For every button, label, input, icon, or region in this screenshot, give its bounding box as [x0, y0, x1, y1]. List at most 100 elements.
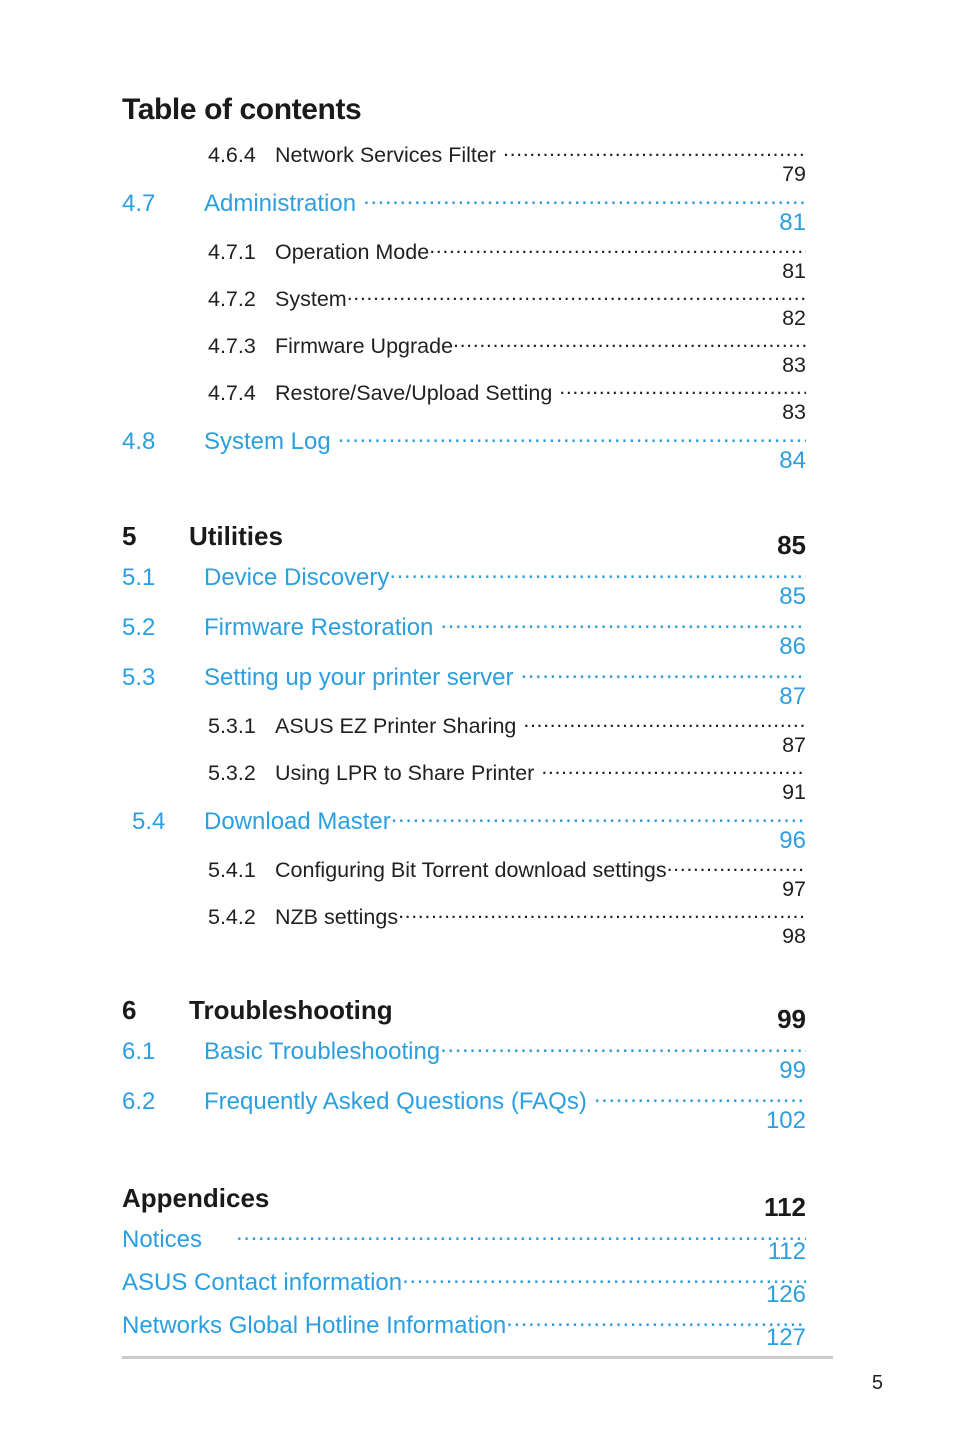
dot-leader: [429, 237, 806, 259]
toc-entry-number: 4.8: [122, 428, 156, 455]
toc-entry-number: 5.3.2: [208, 760, 256, 785]
toc-entry-4-7[interactable]: 4.7 Administration 81: [0, 187, 954, 237]
toc-entry-label: Firmware Upgrade: [275, 333, 454, 358]
footer-page-number: 5: [871, 1372, 883, 1394]
toc-entry-6-2[interactable]: 6.2 Frequently Asked Questions (FAQs) 10…: [0, 1085, 954, 1135]
toc-chapter-page: 85: [777, 530, 806, 560]
toc-entry-label: Network Services Filter: [275, 142, 497, 167]
toc-entry-4-7-4[interactable]: 4.7.4 Restore/Save/Upload Setting 83: [0, 378, 954, 425]
dot-leader: [667, 855, 806, 877]
toc-entry-4-6-4[interactable]: 4.6.4 Network Services Filter 79: [0, 140, 954, 187]
toc-entry-label: Frequently Asked Questions (FAQs): [204, 1088, 587, 1115]
toc-entry-4-7-2[interactable]: 4.7.2 System 82: [0, 284, 954, 331]
toc-entry-page: 96: [779, 827, 806, 854]
toc-chapter-number: 6: [122, 995, 137, 1025]
toc-entry-4-8[interactable]: 4.8 System Log 84: [0, 425, 954, 475]
toc-entry-page: 85: [779, 583, 806, 610]
toc-entry-5-3[interactable]: 5.3 Setting up your printer server 87: [0, 661, 954, 711]
toc-entry-page: 102: [765, 1107, 806, 1134]
toc-entry-page: 84: [779, 447, 806, 474]
toc-entry-label: Operation Mode: [275, 239, 430, 264]
dot-leader: [520, 661, 806, 685]
toc-entry-5-3-1[interactable]: 5.3.1 ASUS EZ Printer Sharing 87: [0, 711, 954, 758]
dot-leader: [503, 140, 806, 162]
toc-entry-page: 126: [765, 1281, 806, 1308]
toc-chapter-page: 99: [777, 1004, 806, 1034]
toc-entry-page: 112: [767, 1238, 806, 1265]
dot-leader: [338, 425, 806, 449]
toc-chapter-number: 5: [122, 521, 137, 551]
toc-entry-number: 5.2: [122, 614, 156, 641]
toc-entry-page: 127: [765, 1324, 806, 1351]
dot-leader: [283, 519, 806, 545]
toc-entry-4-7-1[interactable]: 4.7.1 Operation Mode 81: [0, 237, 954, 284]
dot-leader: [506, 1309, 806, 1333]
toc-entry-5-4-2[interactable]: 5.4.2 NZB settings 98: [0, 902, 954, 949]
dot-leader: [393, 993, 806, 1019]
toc-entry-page: 82: [782, 306, 806, 330]
toc-entry-number: 4.7.2: [208, 286, 256, 311]
toc-entry-5-1[interactable]: 5.1 Device Discovery 85: [0, 561, 954, 611]
toc-chapter-5[interactable]: 5 Utilities 85: [0, 505, 954, 561]
dot-leader: [402, 1266, 806, 1290]
dot-leader: [541, 758, 806, 780]
toc-entry-page: 83: [782, 353, 806, 377]
toc-entry-label: Download Master: [204, 808, 391, 835]
toc-chapter-label: Utilities: [189, 521, 283, 551]
toc-entry-number: 4.7.4: [208, 380, 256, 405]
toc-entry-page: 91: [782, 780, 806, 804]
footer-divider: [122, 1356, 833, 1359]
toc-entry-number: 5.4: [132, 808, 166, 835]
toc-entry-5-4[interactable]: 5.4 Download Master 96: [0, 805, 954, 855]
toc-entry-number: 4.7.3: [208, 333, 256, 358]
toc-entry-number: 6.2: [122, 1088, 156, 1115]
dot-leader: [440, 611, 806, 635]
toc-chapter-6[interactable]: 6 Troubleshooting 99: [0, 979, 954, 1035]
toc-entry-page: 87: [779, 683, 806, 710]
toc-entry-number: 4.7.1: [208, 239, 256, 264]
toc-entry-label: System Log: [204, 428, 331, 455]
toc-entry-number: 5.4.1: [208, 857, 256, 882]
dot-leader: [363, 187, 806, 211]
toc-entry-list: 4.6.4 Network Services Filter 79 4.7 Adm…: [0, 140, 954, 1352]
toc-entry-page: 81: [779, 209, 806, 236]
toc-entry-label: System: [275, 286, 347, 311]
toc-entry-number: 4.6.4: [208, 142, 256, 167]
toc-entry-page: 83: [782, 400, 806, 424]
toc-entry-label: Basic Troubleshooting: [204, 1038, 441, 1065]
toc-entry-label: ASUS EZ Printer Sharing: [275, 713, 517, 738]
toc-entry-label: Administration: [204, 190, 357, 217]
toc-entry-5-4-1[interactable]: 5.4.1 Configuring Bit Torrent download s…: [0, 855, 954, 902]
toc-entry-label: ASUS Contact information: [122, 1269, 403, 1296]
toc-entry-4-7-3[interactable]: 4.7.3 Firmware Upgrade 83: [0, 331, 954, 378]
toc-page: Table of contents 4.6.4 Network Services…: [0, 0, 954, 1438]
toc-entry-label: Using LPR to Share Printer: [275, 760, 535, 785]
dot-leader: [440, 1035, 806, 1059]
toc-entry-label: Firmware Restoration: [204, 614, 434, 641]
toc-entry-page: 79: [782, 162, 806, 186]
toc-entry-asus-contact-information[interactable]: ASUS Contact information 126: [0, 1266, 954, 1309]
dot-leader: [453, 331, 806, 353]
dot-leader: [559, 378, 806, 400]
dot-leader: [236, 1223, 806, 1247]
toc-entry-label: Restore/Save/Upload Setting: [275, 380, 553, 405]
toc-entry-label: NZB settings: [275, 904, 399, 929]
toc-entry-label: Device Discovery: [204, 564, 390, 591]
toc-entry-number: 4.7: [122, 190, 156, 217]
toc-entry-page: 87: [782, 733, 806, 757]
toc-chapter-label: Appendices: [122, 1183, 270, 1213]
toc-entry-networks-global-hotline-information[interactable]: Networks Global Hotline Information 127: [0, 1309, 954, 1352]
toc-entry-notices[interactable]: Notices 112: [0, 1223, 954, 1266]
toc-entry-number: 5.1: [122, 564, 156, 591]
toc-entry-5-3-2[interactable]: 5.3.2 Using LPR to Share Printer 91: [0, 758, 954, 805]
toc-entry-page: 99: [779, 1057, 806, 1084]
toc-entry-6-1[interactable]: 6.1 Basic Troubleshooting 99: [0, 1035, 954, 1085]
toc-entry-label: Configuring Bit Torrent download setting…: [275, 857, 667, 882]
dot-leader: [389, 561, 806, 585]
dot-leader: [347, 284, 806, 306]
toc-entry-5-2[interactable]: 5.2 Firmware Restoration 86: [0, 611, 954, 661]
toc-appendices-heading[interactable]: Appendices 112: [0, 1165, 954, 1223]
